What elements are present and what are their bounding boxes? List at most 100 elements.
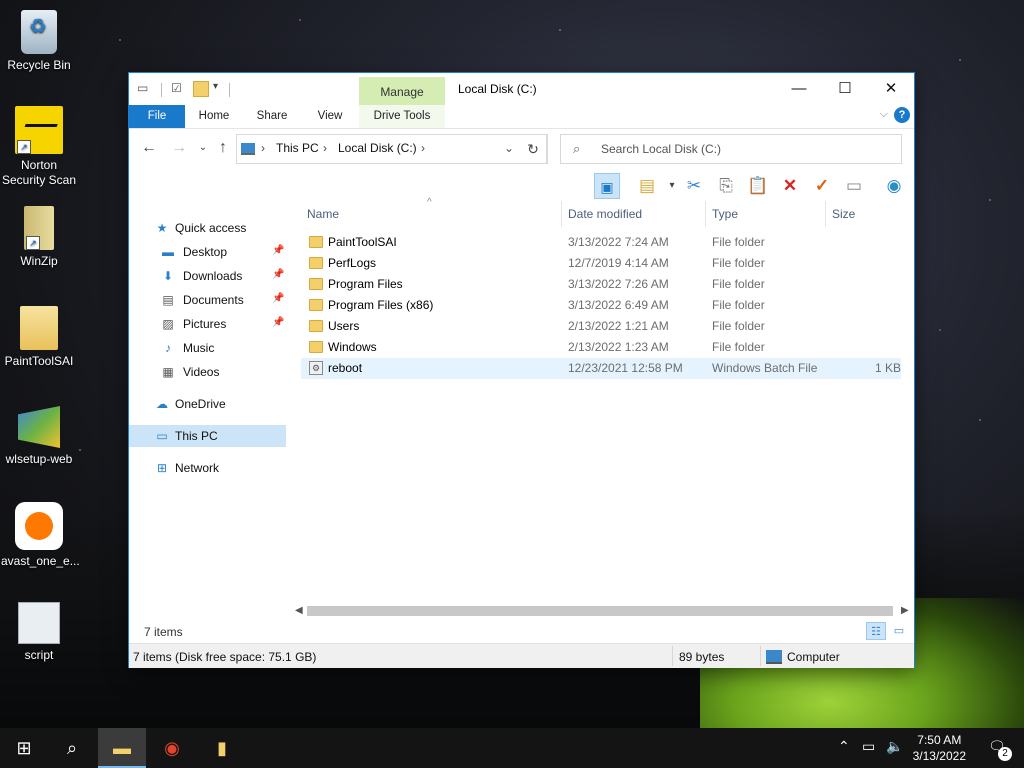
rename-icon[interactable]: ▭	[841, 173, 867, 199]
nav-item-pictures[interactable]: ▨ Pictures 📌	[129, 313, 286, 335]
desktop-icon-recycle-bin[interactable]: Recycle Bin	[1, 10, 77, 73]
paste-icon[interactable]: 📋	[745, 173, 771, 199]
nav-item-music[interactable]: ♪ Music	[129, 337, 286, 359]
pin-icon[interactable]: 📌	[272, 245, 284, 256]
new-folder-icon[interactable]	[193, 81, 209, 97]
desktop-icon-painttoolsai[interactable]: PaintToolSAI	[1, 306, 77, 369]
scroll-left-icon[interactable]: ◀	[295, 603, 303, 619]
column-header-date[interactable]: Date modified	[568, 201, 703, 227]
up-button[interactable]: ↑	[213, 138, 233, 158]
horizontal-scrollbar[interactable]: ◀ ▶	[291, 603, 914, 619]
help-icon[interactable]: ?	[894, 107, 910, 123]
chrome-taskbar-icon[interactable]: ◉	[148, 728, 196, 768]
address-dropdown-icon[interactable]: ⌄	[504, 141, 514, 155]
file-row[interactable]: Program Files (x86) 3/13/2022 6:49 AM Fi…	[301, 295, 901, 316]
pin-icon[interactable]: 📌	[272, 317, 284, 328]
clock[interactable]: 7:50 AM 3/13/2022	[913, 732, 966, 764]
star-icon: ★	[156, 221, 168, 235]
open-with-icon[interactable]: ▤	[634, 173, 660, 199]
scroll-right-icon[interactable]: ▶	[901, 603, 909, 619]
chevron-right-icon[interactable]: ›	[421, 141, 425, 155]
breadcrumb-this-pc[interactable]: This PC	[276, 141, 319, 155]
search-button[interactable]: ⌕	[48, 728, 96, 768]
navigation-bar: ← → ⌄ ↑ › This PC › Local Disk (C:) › ⌄ …	[129, 130, 914, 168]
customize-quick-access-icon[interactable]: ▾	[213, 81, 229, 97]
large-icons-view-icon[interactable]: ▭	[889, 622, 909, 640]
desktop-icon-label: script	[24, 648, 54, 662]
details-view-icon[interactable]: ☷	[866, 622, 886, 640]
file-row[interactable]: Users 2/13/2022 1:21 AM File folder	[301, 316, 901, 337]
file-name: PaintToolSAI	[328, 235, 397, 249]
recent-locations-button[interactable]: ⌄	[193, 138, 213, 158]
search-input[interactable]	[599, 139, 893, 159]
item-count: 7 items	[144, 625, 183, 639]
back-button[interactable]: ←	[139, 138, 159, 158]
desktop-icon-norton[interactable]: ↗ Norton Security Scan	[1, 106, 77, 188]
desktop-icon-winzip[interactable]: ↗ WinZip	[1, 206, 77, 269]
delete-icon[interactable]: ✕	[777, 173, 803, 199]
file-row[interactable]: Windows 2/13/2022 1:23 AM File folder	[301, 337, 901, 358]
desktop-icon-wlsetup[interactable]: wlsetup-web	[1, 406, 77, 467]
chevron-right-icon[interactable]: ›	[323, 141, 327, 155]
download-arrow-icon: ⬇	[162, 269, 174, 283]
file-row[interactable]: PaintToolSAI 3/13/2022 7:24 AM File fold…	[301, 232, 901, 253]
globe-icon[interactable]: ◉	[881, 173, 907, 199]
maximize-button[interactable]: ☐	[822, 73, 868, 105]
search-box[interactable]: ⌕	[560, 134, 902, 164]
column-header-size[interactable]: Size	[832, 201, 902, 227]
properties-icon[interactable]: ☑	[171, 81, 187, 97]
pin-icon[interactable]: 📌	[272, 269, 284, 280]
nav-item-videos[interactable]: ▦ Videos	[129, 361, 286, 383]
forward-button[interactable]: →	[169, 138, 189, 158]
scrollbar-thumb[interactable]	[307, 606, 893, 616]
network-icon[interactable]: ▭	[862, 738, 875, 755]
nav-this-pc[interactable]: ▭ This PC	[129, 425, 286, 447]
tab-share[interactable]: Share	[249, 105, 295, 128]
column-divider[interactable]	[705, 201, 706, 227]
cut-icon[interactable]: ✂	[681, 173, 707, 199]
column-header-type[interactable]: Type	[712, 201, 822, 227]
desktop-icon-script[interactable]: script	[1, 602, 77, 663]
nav-quick-access[interactable]: ★ Quick access	[129, 217, 286, 239]
copy-icon[interactable]: ⎘	[713, 173, 739, 199]
file-manager-taskbar-icon[interactable]: ▮	[198, 728, 246, 768]
volume-icon[interactable]: 🔈	[886, 738, 903, 755]
file-date: 12/23/2021 12:58 PM	[568, 361, 683, 375]
nav-network[interactable]: ⊞ Network	[129, 457, 286, 479]
folder-icon	[309, 257, 323, 269]
address-bar[interactable]: › This PC › Local Disk (C:) › ⌄	[236, 134, 547, 164]
notification-center-button[interactable]: 🗨 2	[988, 738, 1012, 761]
computer-icon	[766, 650, 782, 664]
minimize-button[interactable]: —	[776, 73, 822, 105]
tab-view[interactable]: View	[307, 105, 353, 128]
breadcrumb-local-disk[interactable]: Local Disk (C:)	[338, 141, 417, 155]
nav-item-downloads[interactable]: ⬇ Downloads 📌	[129, 265, 286, 287]
nav-onedrive[interactable]: ☁ OneDrive	[129, 393, 286, 415]
file-row[interactable]: PerfLogs 12/7/2019 4:14 AM File folder	[301, 253, 901, 274]
file-name: Users	[328, 319, 360, 333]
music-note-icon: ♪	[165, 341, 171, 355]
column-divider[interactable]	[561, 201, 562, 227]
file-row[interactable]: ⚙ reboot 12/23/2021 12:58 PM Windows Bat…	[301, 358, 901, 379]
chevron-up-icon[interactable]: ⌃	[838, 738, 850, 755]
check-icon[interactable]: ✓	[809, 173, 835, 199]
folder-icon	[309, 236, 323, 248]
file-row[interactable]: Program Files 3/13/2022 7:26 AM File fol…	[301, 274, 901, 295]
file-explorer-taskbar-icon[interactable]: ▬	[98, 728, 146, 768]
desktop-icon-avast[interactable]: avast_one_e...	[1, 502, 80, 569]
column-divider[interactable]	[825, 201, 826, 227]
start-button[interactable]: ⊞	[0, 728, 48, 768]
tab-drive-tools[interactable]: Drive Tools	[359, 105, 445, 128]
expand-ribbon-icon[interactable]: ⌵	[880, 108, 888, 121]
close-button[interactable]: ✕	[868, 73, 914, 105]
tab-file[interactable]: File	[129, 105, 185, 128]
refresh-button[interactable]: ↻	[519, 134, 548, 164]
tab-home[interactable]: Home	[191, 105, 237, 128]
tab-manage[interactable]: Manage	[359, 77, 445, 105]
nav-item-documents[interactable]: ▤ Documents 📌	[129, 289, 286, 311]
column-header-name[interactable]: Name	[307, 201, 557, 227]
pin-icon[interactable]: 📌	[272, 293, 284, 304]
nav-item-desktop[interactable]: ▬ Desktop 📌	[129, 241, 286, 263]
chevron-right-icon[interactable]: ›	[261, 141, 265, 155]
preview-pane-button[interactable]: ▣	[594, 173, 620, 199]
